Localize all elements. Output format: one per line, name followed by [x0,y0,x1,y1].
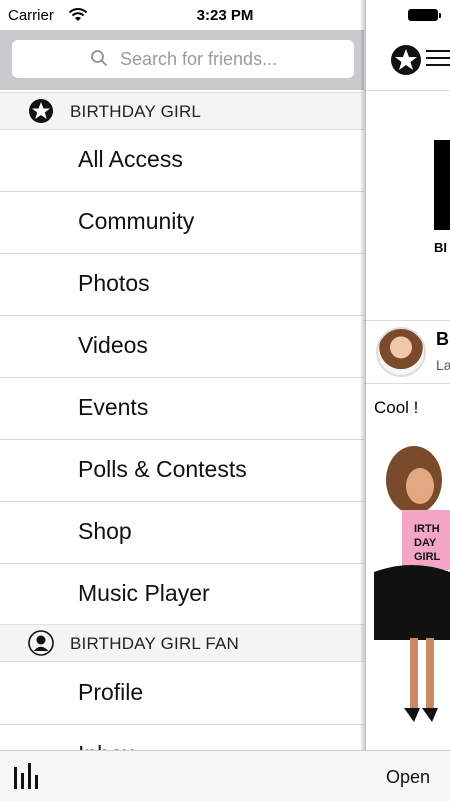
star-logo-icon[interactable] [390,44,422,76]
bottom-toolbar: Open [0,750,450,801]
menu-item-profile[interactable]: Profile [0,662,364,725]
search-bar: Search for friends... [0,30,364,90]
equalizer-icon[interactable] [12,761,44,791]
search-icon [91,50,108,67]
post-text: Cool ! [374,398,419,417]
banner-graphic [434,140,450,230]
menu-item-community[interactable]: Community [0,191,364,254]
post-photo[interactable]: IRTH DAY GIRL [364,440,450,740]
menu-item-label: Videos [78,332,148,358]
search-input[interactable]: Search for friends... [12,40,354,78]
banner-text: BI [434,240,447,255]
menu-item-label: Events [78,394,149,420]
section-header-birthday-girl: BIRTHDAY GIRL [0,92,364,130]
search-placeholder: Search for friends... [120,49,278,69]
menu-item-label: Shop [78,518,132,544]
menu-item-photos[interactable]: Photos [0,253,364,316]
menu-item-inbox[interactable]: Inbox [0,724,364,750]
menu-item-label: Music Player [78,580,210,606]
menu-item-music-player[interactable]: Music Player [0,563,364,626]
post-avatar[interactable] [376,327,426,377]
menu-item-events[interactable]: Events [0,377,364,440]
panel-shadow [360,0,366,750]
content-panel[interactable]: BI B La Cool ! IRTH DAY GIRL [364,0,450,750]
status-bar: Carrier 3:23 PM [0,0,450,30]
star-logo-icon [29,99,53,123]
menu-item-label: Profile [78,679,144,705]
menu-item-label: Community [78,208,195,234]
section-header-birthday-girl-fan: BIRTHDAY GIRL FAN [0,624,364,662]
menu-item-videos[interactable]: Videos [0,315,364,378]
menu-item-all-access[interactable]: All Access [0,129,364,192]
user-avatar-icon [28,630,54,656]
content-nav-bar [364,30,450,91]
side-menu: Search for friends... BIRTHDAY GIRL All … [0,0,364,750]
section-title: BIRTHDAY GIRL [70,102,202,121]
svg-text:IRTH: IRTH [414,523,440,535]
battery-icon [408,9,441,21]
menu-item-label: Photos [78,270,150,296]
post-header[interactable]: B La [364,320,450,384]
svg-text:DAY: DAY [414,537,437,549]
menu-item-label: All Access [78,146,183,172]
menu-item-shop[interactable]: Shop [0,501,364,564]
post-author-name[interactable]: B [436,329,449,350]
open-button[interactable]: Open [386,767,430,788]
svg-text:GIRL: GIRL [414,551,441,563]
banner-logo: BI [434,140,450,260]
section-title: BIRTHDAY GIRL FAN [70,634,240,653]
post-subtitle: La [436,357,450,373]
menu-item-polls-contests[interactable]: Polls & Contests [0,439,364,502]
menu-item-label: Inbox [78,741,134,750]
hamburger-menu-icon[interactable] [426,50,450,70]
status-time: 3:23 PM [196,7,254,24]
menu-item-label: Polls & Contests [78,456,247,482]
